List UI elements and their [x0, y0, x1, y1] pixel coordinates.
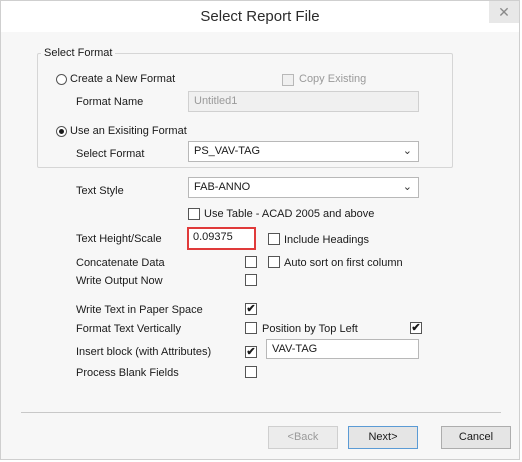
include-headings-checkbox[interactable] — [268, 233, 280, 245]
copy-existing-checkbox[interactable] — [282, 74, 294, 86]
back-button[interactable]: <Back — [268, 426, 338, 449]
insert-block-checkbox[interactable]: ✔ — [245, 346, 257, 358]
insert-block-label: Insert block (with Attributes) — [76, 346, 212, 358]
copy-existing-label: Copy Existing — [299, 73, 367, 85]
text-style-value: FAB-ANNO — [194, 181, 251, 193]
use-existing-format-radio[interactable] — [56, 126, 67, 137]
select-format-label: Select Format — [76, 148, 145, 160]
text-style-label: Text Style — [76, 185, 124, 197]
use-table-checkbox[interactable] — [188, 208, 200, 220]
text-height-input[interactable]: 0.09375 — [187, 227, 256, 250]
write-output-checkbox[interactable] — [245, 274, 257, 286]
use-table-label: Use Table - ACAD 2005 and above — [204, 208, 375, 220]
position-top-left-label: Position by Top Left — [262, 323, 358, 335]
format-vertical-label: Format Text Vertically — [76, 323, 181, 335]
include-headings-label: Include Headings — [284, 234, 370, 246]
select-format-legend: Select Format — [41, 47, 116, 59]
concatenate-data-label: Concatenate Data — [76, 257, 165, 269]
auto-sort-label: Auto sort on first column — [284, 257, 403, 269]
process-blank-label: Process Blank Fields — [76, 367, 179, 379]
write-paper-space-label: Write Text in Paper Space — [76, 304, 203, 316]
chevron-down-icon: ⌄ — [402, 181, 412, 193]
concatenate-data-checkbox[interactable] — [245, 256, 257, 268]
footer-divider — [21, 412, 501, 413]
process-blank-checkbox[interactable] — [245, 366, 257, 378]
dialog-title: Select Report File — [200, 8, 320, 25]
select-format-dropdown[interactable]: PS_VAV-TAG ⌄ — [188, 141, 419, 162]
text-style-dropdown[interactable]: FAB-ANNO ⌄ — [188, 177, 419, 198]
auto-sort-checkbox[interactable] — [268, 256, 280, 268]
format-name-label: Format Name — [76, 96, 144, 108]
format-vertical-checkbox[interactable] — [245, 322, 257, 334]
position-top-left-checkbox[interactable]: ✔ — [410, 322, 422, 334]
select-format-value: PS_VAV-TAG — [194, 145, 261, 157]
next-button[interactable]: Next> — [348, 426, 418, 449]
select-report-file-dialog: Select Report File ✕ Select Format Creat… — [0, 0, 520, 460]
insert-block-name-input[interactable]: VAV-TAG — [266, 339, 419, 359]
create-new-format-label: Create a New Format — [70, 73, 176, 85]
cancel-button[interactable]: Cancel — [441, 426, 511, 449]
text-height-label: Text Height/Scale — [76, 233, 162, 245]
create-new-format-radio[interactable] — [56, 74, 67, 85]
write-output-label: Write Output Now — [76, 275, 163, 287]
chevron-down-icon: ⌄ — [402, 145, 412, 157]
close-icon[interactable]: ✕ — [489, 1, 519, 23]
title-bar: Select Report File ✕ — [1, 1, 519, 32]
format-name-input[interactable]: Untitled1 — [188, 91, 419, 112]
write-paper-space-checkbox[interactable]: ✔ — [245, 303, 257, 315]
use-existing-format-label: Use an Exisiting Format — [70, 125, 187, 137]
